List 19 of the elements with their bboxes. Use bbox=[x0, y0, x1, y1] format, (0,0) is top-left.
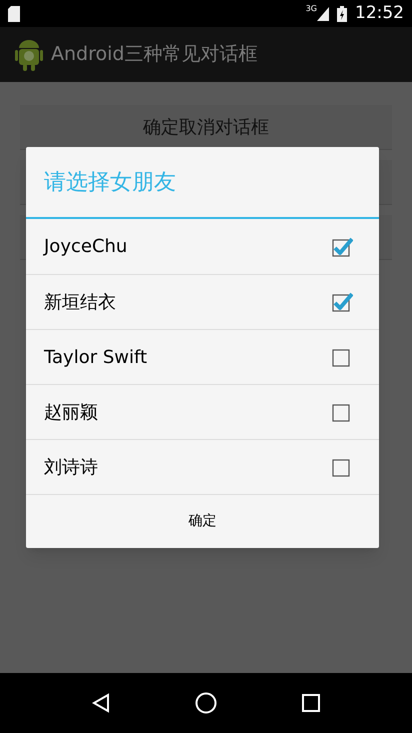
dialog-title: 请选择女朋友 bbox=[44, 168, 176, 196]
checkbox[interactable] bbox=[331, 291, 353, 313]
back-icon[interactable] bbox=[92, 693, 110, 713]
sd-card-icon bbox=[8, 6, 20, 22]
ok-button[interactable]: 确定 bbox=[26, 495, 379, 548]
list-item[interactable]: 新垣结衣 bbox=[26, 274, 379, 329]
battery-icon bbox=[337, 6, 347, 22]
list-item[interactable]: JoyceChu bbox=[26, 219, 379, 274]
android-robot-icon bbox=[15, 38, 43, 70]
clock: 12:52 bbox=[355, 2, 404, 25]
signal-icon bbox=[317, 6, 329, 20]
list-item[interactable]: Taylor Swift bbox=[26, 329, 379, 384]
list-item[interactable]: 赵丽颖 bbox=[26, 384, 379, 439]
home-icon[interactable] bbox=[194, 692, 217, 714]
checkbox[interactable] bbox=[331, 236, 353, 258]
app-title: Android三种常见对话框 bbox=[51, 42, 258, 68]
list-item[interactable]: 刘诗诗 bbox=[26, 439, 379, 494]
network-label: 3G bbox=[306, 3, 317, 15]
recents-icon[interactable] bbox=[302, 694, 320, 712]
